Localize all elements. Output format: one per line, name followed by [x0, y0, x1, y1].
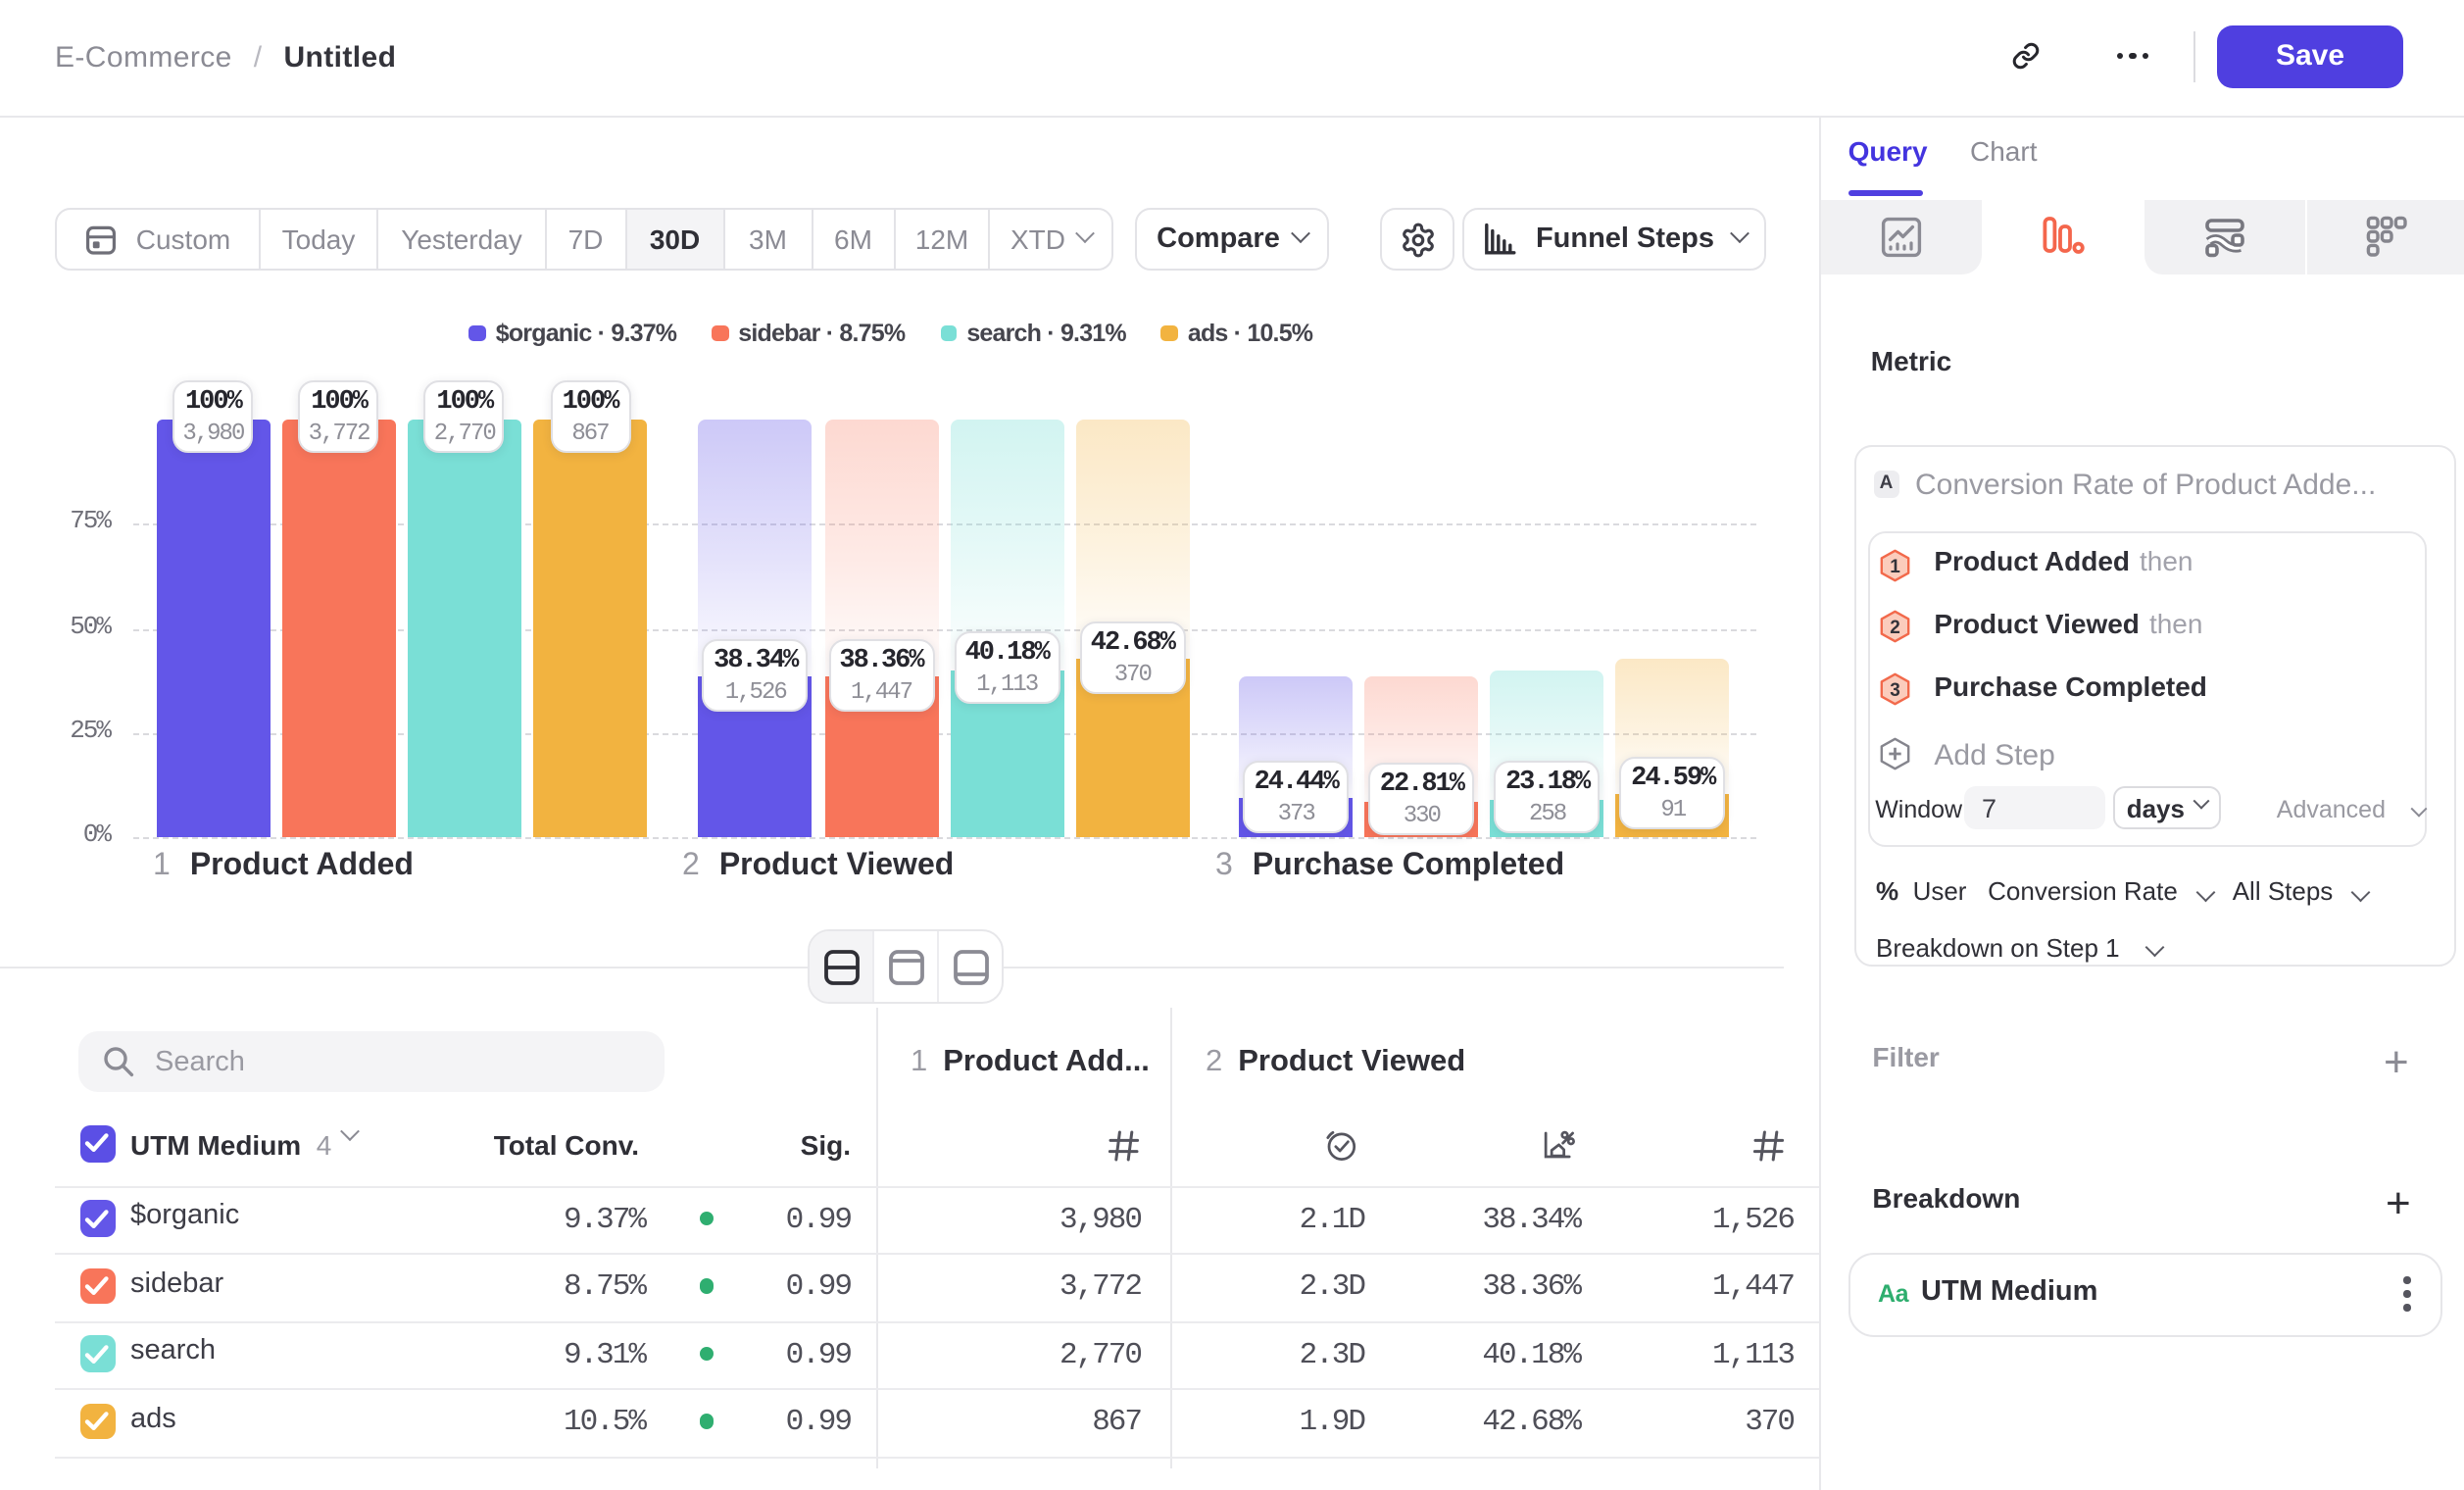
svg-text:1: 1 [1890, 557, 1900, 577]
svg-text:2: 2 [1890, 619, 1900, 639]
svg-text:3: 3 [1890, 681, 1900, 702]
